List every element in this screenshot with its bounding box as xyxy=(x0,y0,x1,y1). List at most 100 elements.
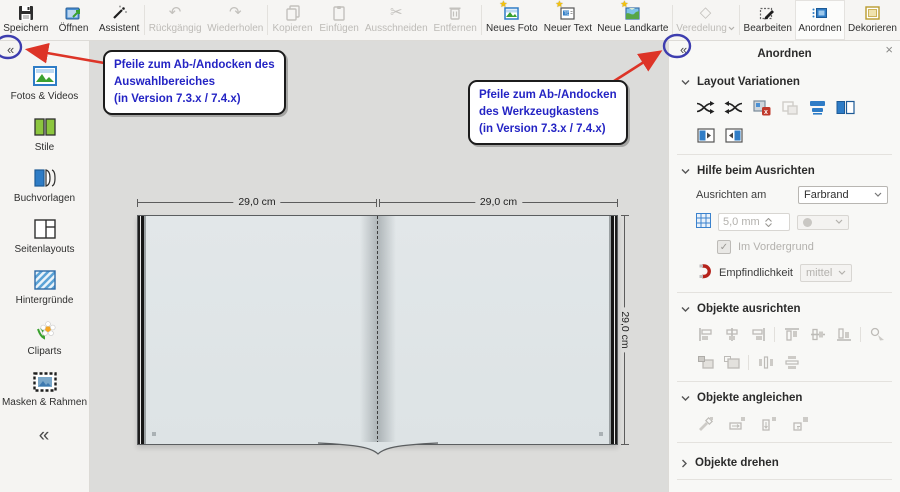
spinner-arrows[interactable] xyxy=(765,218,772,227)
sidebar-item-hintergruende[interactable]: Hintergründe xyxy=(1,268,89,306)
decorate-button[interactable]: Dekorieren xyxy=(845,0,900,40)
toolbar-label: Neues Foto xyxy=(486,23,538,34)
section-layout-variations[interactable]: Layout Variationen xyxy=(681,76,888,88)
toolbar-label: Kopieren xyxy=(272,23,312,34)
shuffle-layout-icon[interactable] xyxy=(696,99,715,116)
sidebar-item-fotos-videos[interactable]: Fotos & Videos xyxy=(1,64,89,102)
toolbar-label: Bearbeiten xyxy=(744,23,792,34)
section-divider xyxy=(677,442,892,443)
new-map-button[interactable]: ★ Neue Landkarte xyxy=(595,0,671,40)
chevron-down-icon xyxy=(728,26,735,31)
align-at-select[interactable]: Farbrand xyxy=(798,186,888,204)
align-right-icon[interactable] xyxy=(748,326,767,343)
toolbar-label: Einfügen xyxy=(319,23,358,34)
match-size-icon[interactable] xyxy=(792,415,811,432)
open-button[interactable]: Öffnen xyxy=(51,0,95,40)
toolbar-label: Ausschneiden xyxy=(365,23,428,34)
dock-sidebar-button[interactable]: « xyxy=(1,40,20,59)
new-photo-button[interactable]: ★ Neues Foto xyxy=(483,0,541,40)
toolbar-label: Rückgängig xyxy=(149,23,202,34)
section-match-objects[interactable]: Objekte angleichen xyxy=(681,392,888,404)
section-divider xyxy=(677,154,892,155)
layout-rows-icon[interactable] xyxy=(808,99,827,116)
sidebar-item-label: Seitenlayouts xyxy=(14,244,74,255)
section-align-help[interactable]: Hilfe beim Ausrichten xyxy=(681,165,888,177)
sidebar-collapse-button[interactable]: « xyxy=(39,425,51,447)
grid-icon xyxy=(696,213,711,231)
grid-color-select[interactable] xyxy=(797,215,849,230)
chevron-down-icon xyxy=(874,192,882,198)
apply-right-page-icon[interactable] xyxy=(724,127,743,144)
distribute-horizontal-icon[interactable] xyxy=(756,354,775,371)
delete-button[interactable]: Entfernen xyxy=(430,0,480,40)
sidebar-item-label: Hintergründe xyxy=(16,295,74,306)
align-angle-icon[interactable] xyxy=(868,326,887,343)
grid-spacing-input[interactable]: 5,0 mm xyxy=(718,213,790,231)
sensitivity-select[interactable]: mittel xyxy=(800,264,852,282)
paste-button[interactable]: Einfügen xyxy=(316,0,362,40)
finishing-button[interactable]: ◇ Veredelung xyxy=(674,0,738,40)
apply-left-page-icon[interactable] xyxy=(696,127,715,144)
assistant-button[interactable]: Assistent xyxy=(95,0,142,40)
copy-layout-icon[interactable] xyxy=(780,99,799,116)
align-objects-row-1 xyxy=(696,326,888,343)
sidebar-item-seitenlayouts[interactable]: Seitenlayouts xyxy=(1,217,89,255)
match-height-icon[interactable] xyxy=(760,415,779,432)
match-width-icon[interactable] xyxy=(728,415,747,432)
arrange-button[interactable]: Anordnen xyxy=(795,0,845,40)
open-folder-icon xyxy=(65,4,82,21)
unshuffle-layout-icon[interactable] xyxy=(724,99,743,116)
align-center-horizontal-icon[interactable] xyxy=(722,326,741,343)
diamond-icon: ◇ xyxy=(697,4,714,21)
bring-to-front-icon[interactable] xyxy=(696,354,715,371)
sidebar-item-buchvorlagen[interactable]: Buchvorlagen xyxy=(1,166,89,204)
save-button[interactable]: Speichern xyxy=(0,0,51,40)
match-objects-row xyxy=(696,415,888,432)
sidebar-item-stile[interactable]: Stile xyxy=(1,115,89,153)
page-corner-mark xyxy=(599,432,603,436)
foreground-checkbox[interactable]: ✓ xyxy=(717,240,731,254)
decorate-icon xyxy=(864,4,881,21)
new-text-button[interactable]: TE ★ Neuer Text xyxy=(541,0,595,40)
redo-button[interactable]: ↷ Wiederholen xyxy=(204,0,266,40)
layout-variations-row-1: x xyxy=(696,99,888,116)
book-spread[interactable] xyxy=(137,215,618,445)
align-middle-vertical-icon[interactable] xyxy=(808,326,827,343)
toolbar-label: Assistent xyxy=(99,23,140,34)
remove-layout-icon[interactable]: x xyxy=(752,99,771,116)
magic-wand-icon xyxy=(111,4,128,21)
page-corner-mark xyxy=(152,432,156,436)
align-top-icon[interactable] xyxy=(782,326,801,343)
backgrounds-icon xyxy=(33,268,57,292)
callout-selection-dock: Pfeile zum Ab-/Andocken des Auswahlberei… xyxy=(103,50,286,115)
dock-panel-button[interactable]: « xyxy=(675,41,692,58)
distribute-vertical-icon[interactable] xyxy=(782,354,801,371)
panel-title-bar: « Anordnen × xyxy=(669,40,900,66)
align-left-icon[interactable] xyxy=(696,326,715,343)
align-bottom-icon[interactable] xyxy=(834,326,853,343)
sidebar: « Fotos & Videos Stile Buchvorlagen Seit… xyxy=(0,40,90,492)
section-rotate-objects[interactable]: Objekte drehen xyxy=(681,457,888,469)
copy-button[interactable]: Kopieren xyxy=(269,0,316,40)
layout-variations-row-2 xyxy=(696,127,888,144)
sidebar-item-cliparts[interactable]: Cliparts xyxy=(1,319,89,357)
undo-button[interactable]: ↶ Rückgängig xyxy=(146,0,205,40)
close-icon[interactable]: × xyxy=(885,42,893,57)
scissors-icon: ✂ xyxy=(388,4,405,21)
sidebar-item-masken-rahmen[interactable]: Masken & Rahmen xyxy=(1,370,89,408)
toolbar-label: Neue Landkarte xyxy=(597,23,668,34)
send-to-back-icon[interactable] xyxy=(722,354,741,371)
align-objects-row-2 xyxy=(696,354,888,371)
edit-button[interactable]: Bearbeiten xyxy=(740,0,795,40)
chevron-down-icon xyxy=(681,306,690,313)
toolbar-label: Wiederholen xyxy=(207,23,263,34)
toolbar-label: Dekorieren xyxy=(848,23,897,34)
section-align-objects[interactable]: Objekte ausrichten xyxy=(681,303,888,315)
undo-icon: ↶ xyxy=(167,4,184,21)
book-templates-icon xyxy=(33,166,57,190)
cut-button[interactable]: ✂ Ausschneiden xyxy=(362,0,430,40)
format-brush-icon[interactable] xyxy=(696,415,715,432)
toolbar-label: Entfernen xyxy=(433,23,476,34)
mirror-page-icon[interactable] xyxy=(836,99,855,116)
sidebar-item-label: Cliparts xyxy=(28,346,62,357)
